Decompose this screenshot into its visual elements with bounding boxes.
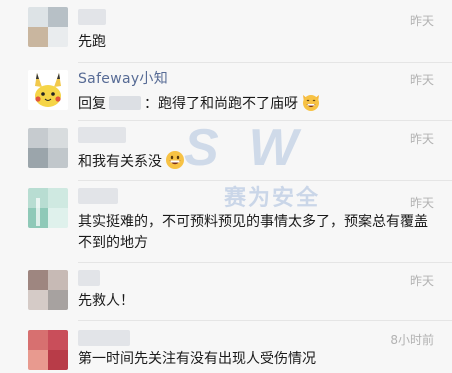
watermark: SW 赛为安全 [176, 118, 366, 214]
comment-time: 昨天 [409, 14, 434, 28]
comment-time: 昨天 [409, 274, 434, 288]
avatar[interactable] [28, 7, 68, 47]
comment-time: 昨天 [409, 132, 434, 146]
watermark-logo: SW [184, 119, 328, 177]
avatar[interactable] [28, 188, 68, 228]
avatar[interactable] [28, 70, 68, 110]
divider [78, 62, 452, 63]
commenter-name-blurred[interactable] [78, 330, 130, 346]
divider [78, 262, 452, 263]
reply-prefix: 回复 [78, 96, 106, 112]
reply-body: 跑得了和尚跑不了庙呀 [158, 96, 298, 112]
divider [78, 180, 452, 181]
comment-text-line1: 其实挺难的，不可预料预见的事情太多了，预案总有覆盖 [78, 214, 428, 230]
commenter-name[interactable]: Safeway小知 [78, 68, 168, 88]
comment-text: 第一时间先关注有没有出现人受伤情况 [78, 351, 316, 367]
comment-text: 和我有关系没 [78, 150, 185, 173]
comment-time: 8小时前 [390, 333, 434, 347]
commenter-name-blurred[interactable] [78, 270, 100, 286]
divider [78, 320, 452, 321]
avatar[interactable] [28, 128, 68, 168]
comment-time: 昨天 [409, 196, 434, 210]
commenter-name-blurred[interactable] [78, 127, 126, 143]
watermark-text: 赛为安全 [224, 186, 321, 211]
avatar[interactable] [28, 270, 68, 310]
comment-time: 昨天 [409, 73, 434, 87]
grinning-cat-emoji-icon [303, 95, 319, 111]
comment-text: 回复 ：跑得了和尚跑不了庙呀 [78, 92, 321, 115]
avatar[interactable] [28, 330, 68, 370]
comment-text: 先跑 [78, 34, 106, 50]
reply-separator: ： [144, 96, 158, 112]
divider [78, 120, 452, 121]
reply-target-blurred[interactable] [109, 96, 141, 110]
commenter-name-blurred[interactable] [78, 188, 118, 204]
commenter-name-blurred[interactable] [78, 9, 106, 25]
grinning-face-emoji-icon [166, 151, 184, 169]
comment-text: 先救人！ [78, 293, 134, 309]
pikachu-icon [28, 70, 68, 110]
comment-body: 和我有关系没 [78, 154, 162, 170]
comment-text-line2: 不到的地方 [78, 235, 148, 251]
